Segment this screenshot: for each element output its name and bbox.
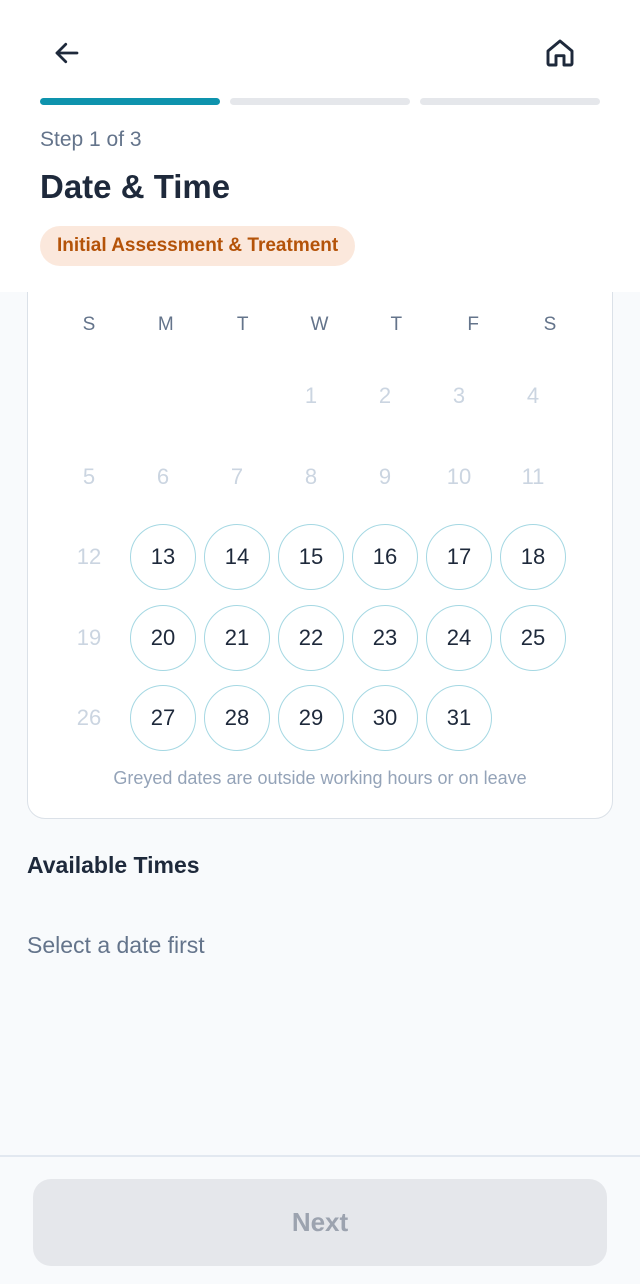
calendar-day-available[interactable]: 25 [496, 598, 570, 679]
calendar-day-available[interactable]: 18 [496, 517, 570, 598]
service-badge: Initial Assessment & Treatment [40, 226, 356, 266]
weekday-label: S [82, 314, 96, 335]
step-progress-bar [40, 98, 600, 106]
weekday-header: S M T W T F S [52, 314, 587, 344]
available-times-heading: Available Times [27, 852, 200, 878]
progress-segment-3 [420, 98, 600, 105]
calendar-day-number: 21 [204, 604, 270, 671]
calendar-day-available[interactable]: 21 [200, 598, 274, 679]
calendar-day-available[interactable]: 13 [126, 517, 200, 598]
calendar-day-number: 31 [426, 685, 492, 752]
calendar-day-unavailable: 6 [156, 463, 170, 489]
calendar-day-unavailable: 19 [76, 624, 102, 650]
calendar-day-available[interactable]: 30 [348, 678, 422, 759]
calendar-day-number: 23 [352, 604, 418, 671]
calendar-note: Greyed dates are outside working hours o… [113, 768, 527, 788]
calendar-day-available[interactable]: 29 [274, 678, 348, 759]
weekday-label: F [467, 314, 479, 335]
calendar-blank [126, 356, 200, 437]
arrow-left-icon [55, 42, 79, 64]
calendar-day-available[interactable]: 28 [200, 678, 274, 759]
calendar-day-unavailable: 4 [526, 383, 540, 409]
calendar-day-available[interactable]: 17 [422, 517, 496, 598]
page-title: Date & Time [40, 168, 231, 205]
calendar-day-number: 13 [130, 524, 196, 591]
weekday-label: T [236, 314, 249, 335]
calendar-day-unavailable: 11 [521, 463, 545, 489]
calendar-day-available[interactable]: 27 [126, 678, 200, 759]
calendar-day-available[interactable]: 14 [200, 517, 274, 598]
calendar-day-available[interactable]: 24 [422, 598, 496, 679]
calendar-day-number: 30 [352, 685, 418, 752]
calendar-day-number: 22 [278, 604, 344, 671]
calendar-day-number: 14 [204, 524, 270, 591]
calendar-day-number: 17 [426, 524, 492, 591]
header: Step 1 of 3 Date & Time Initial Assessme… [0, 0, 640, 292]
calendar-day-unavailable: 5 [82, 463, 96, 489]
calendar-day-unavailable: 8 [304, 463, 318, 489]
calendar-day-unavailable: 3 [452, 383, 466, 409]
calendar-day-unavailable: 1 [304, 383, 318, 409]
back-button[interactable] [41, 27, 93, 79]
calendar-day-number: 18 [500, 524, 566, 591]
weekday-label: W [310, 314, 329, 335]
progress-segment-1 [40, 98, 220, 105]
available-times-empty: Select a date first [27, 932, 205, 958]
calendar-day-available[interactable]: 23 [348, 598, 422, 679]
calendar-day-available[interactable]: 31 [422, 678, 496, 759]
calendar-blank [200, 356, 274, 437]
calendar-blank [52, 356, 126, 437]
home-icon [546, 39, 574, 67]
calendar-day-number: 15 [278, 524, 344, 591]
calendar-day-available[interactable]: 15 [274, 517, 348, 598]
next-button[interactable]: Next [33, 1179, 607, 1266]
calendar-day-unavailable: 10 [446, 463, 472, 489]
calendar-day-number: 20 [130, 604, 196, 671]
calendar-day-number: 28 [204, 685, 270, 752]
footer: Next [0, 1155, 640, 1284]
calendar-day-unavailable: 2 [378, 383, 392, 409]
calendar-day-unavailable: 26 [76, 705, 102, 731]
calendar-day-available[interactable]: 20 [126, 598, 200, 679]
calendar-day-available[interactable]: 22 [274, 598, 348, 679]
calendar-day-number: 25 [500, 604, 566, 671]
calendar-grid: 1 2 3 4 5 6 7 8 9 10 11 12 13 14 15 16 17 18 19 20 21 22 23 24 2… [52, 356, 570, 759]
calendar-day-number: 24 [426, 604, 492, 671]
calendar-day-unavailable: 9 [378, 463, 392, 489]
weekday-label: T [390, 314, 403, 335]
weekday-label: S [543, 314, 557, 335]
weekday-label: M [157, 314, 174, 335]
calendar-day-number: 29 [278, 685, 344, 752]
home-button[interactable] [534, 27, 586, 79]
calendar-day-number: 27 [130, 685, 196, 752]
calendar-day-unavailable: 7 [230, 463, 244, 489]
progress-segment-2 [230, 98, 410, 105]
calendar-day-unavailable: 12 [76, 544, 102, 570]
calendar-day-available[interactable]: 16 [348, 517, 422, 598]
step-label: Step 1 of 3 [40, 128, 142, 151]
calendar-day-number: 16 [352, 524, 418, 591]
